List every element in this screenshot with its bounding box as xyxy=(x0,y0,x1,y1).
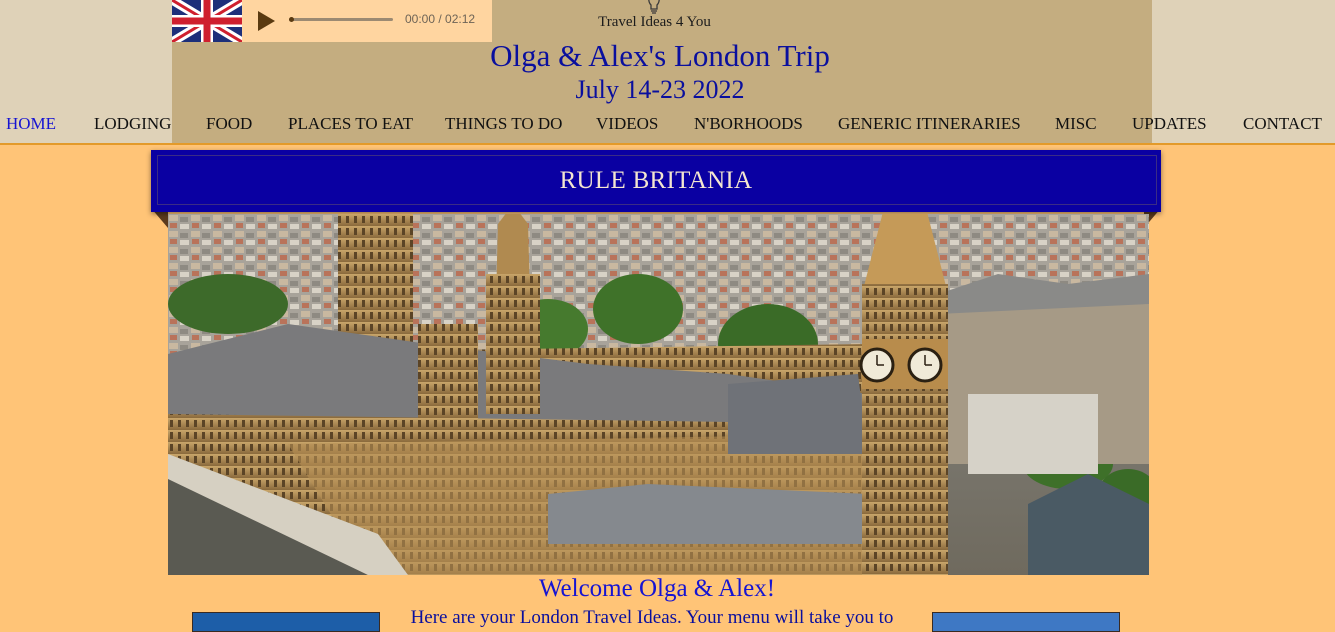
nav-food[interactable]: FOOD xyxy=(206,114,252,134)
nav-divider xyxy=(0,143,1335,145)
audio-time-display: 00:00 / 02:12 xyxy=(405,12,476,26)
nav-things-to-do[interactable]: THINGS TO DO xyxy=(445,114,562,134)
site-tagline: Travel Ideas 4 You xyxy=(598,14,711,30)
audio-progress-track[interactable] xyxy=(289,16,393,22)
thumbnail-left xyxy=(192,612,380,632)
play-icon[interactable] xyxy=(258,11,275,31)
union-jack-flag-icon xyxy=(172,0,242,42)
audio-player: 00:00 / 02:12 xyxy=(242,0,492,42)
nav-home[interactable]: HOME xyxy=(6,114,56,134)
nav-contact[interactable]: CONTACT xyxy=(1243,114,1322,134)
banner-title: RULE BRITANIA xyxy=(559,167,753,194)
audio-progress-knob[interactable] xyxy=(289,16,294,22)
nav-places-to-eat[interactable]: PLACES TO EAT xyxy=(288,114,413,134)
nav-neighborhoods[interactable]: N'BORHOODS xyxy=(694,114,803,134)
nav-misc[interactable]: MISC xyxy=(1055,114,1097,134)
nav-generic-itineraries[interactable]: GENERIC ITINERARIES xyxy=(838,114,1021,134)
main-nav: HOME LODGING FOOD PLACES TO EAT THINGS T… xyxy=(0,114,1335,136)
welcome-heading: Welcome Olga & Alex! xyxy=(538,575,776,602)
hero-image-westminster xyxy=(168,214,1149,575)
lightbulb-icon xyxy=(646,0,662,14)
intro-text: Here are your London Travel Ideas. Your … xyxy=(410,607,894,628)
nav-updates[interactable]: UPDATES xyxy=(1132,114,1207,134)
site-date: July 14-23 2022 xyxy=(575,75,745,104)
ribbon-banner: RULE BRITANIA xyxy=(151,150,1161,212)
nav-lodging[interactable]: LODGING xyxy=(94,114,171,134)
thumbnail-right xyxy=(932,612,1120,632)
nav-videos[interactable]: VIDEOS xyxy=(596,114,658,134)
site-title: Olga & Alex's London Trip xyxy=(490,38,830,73)
